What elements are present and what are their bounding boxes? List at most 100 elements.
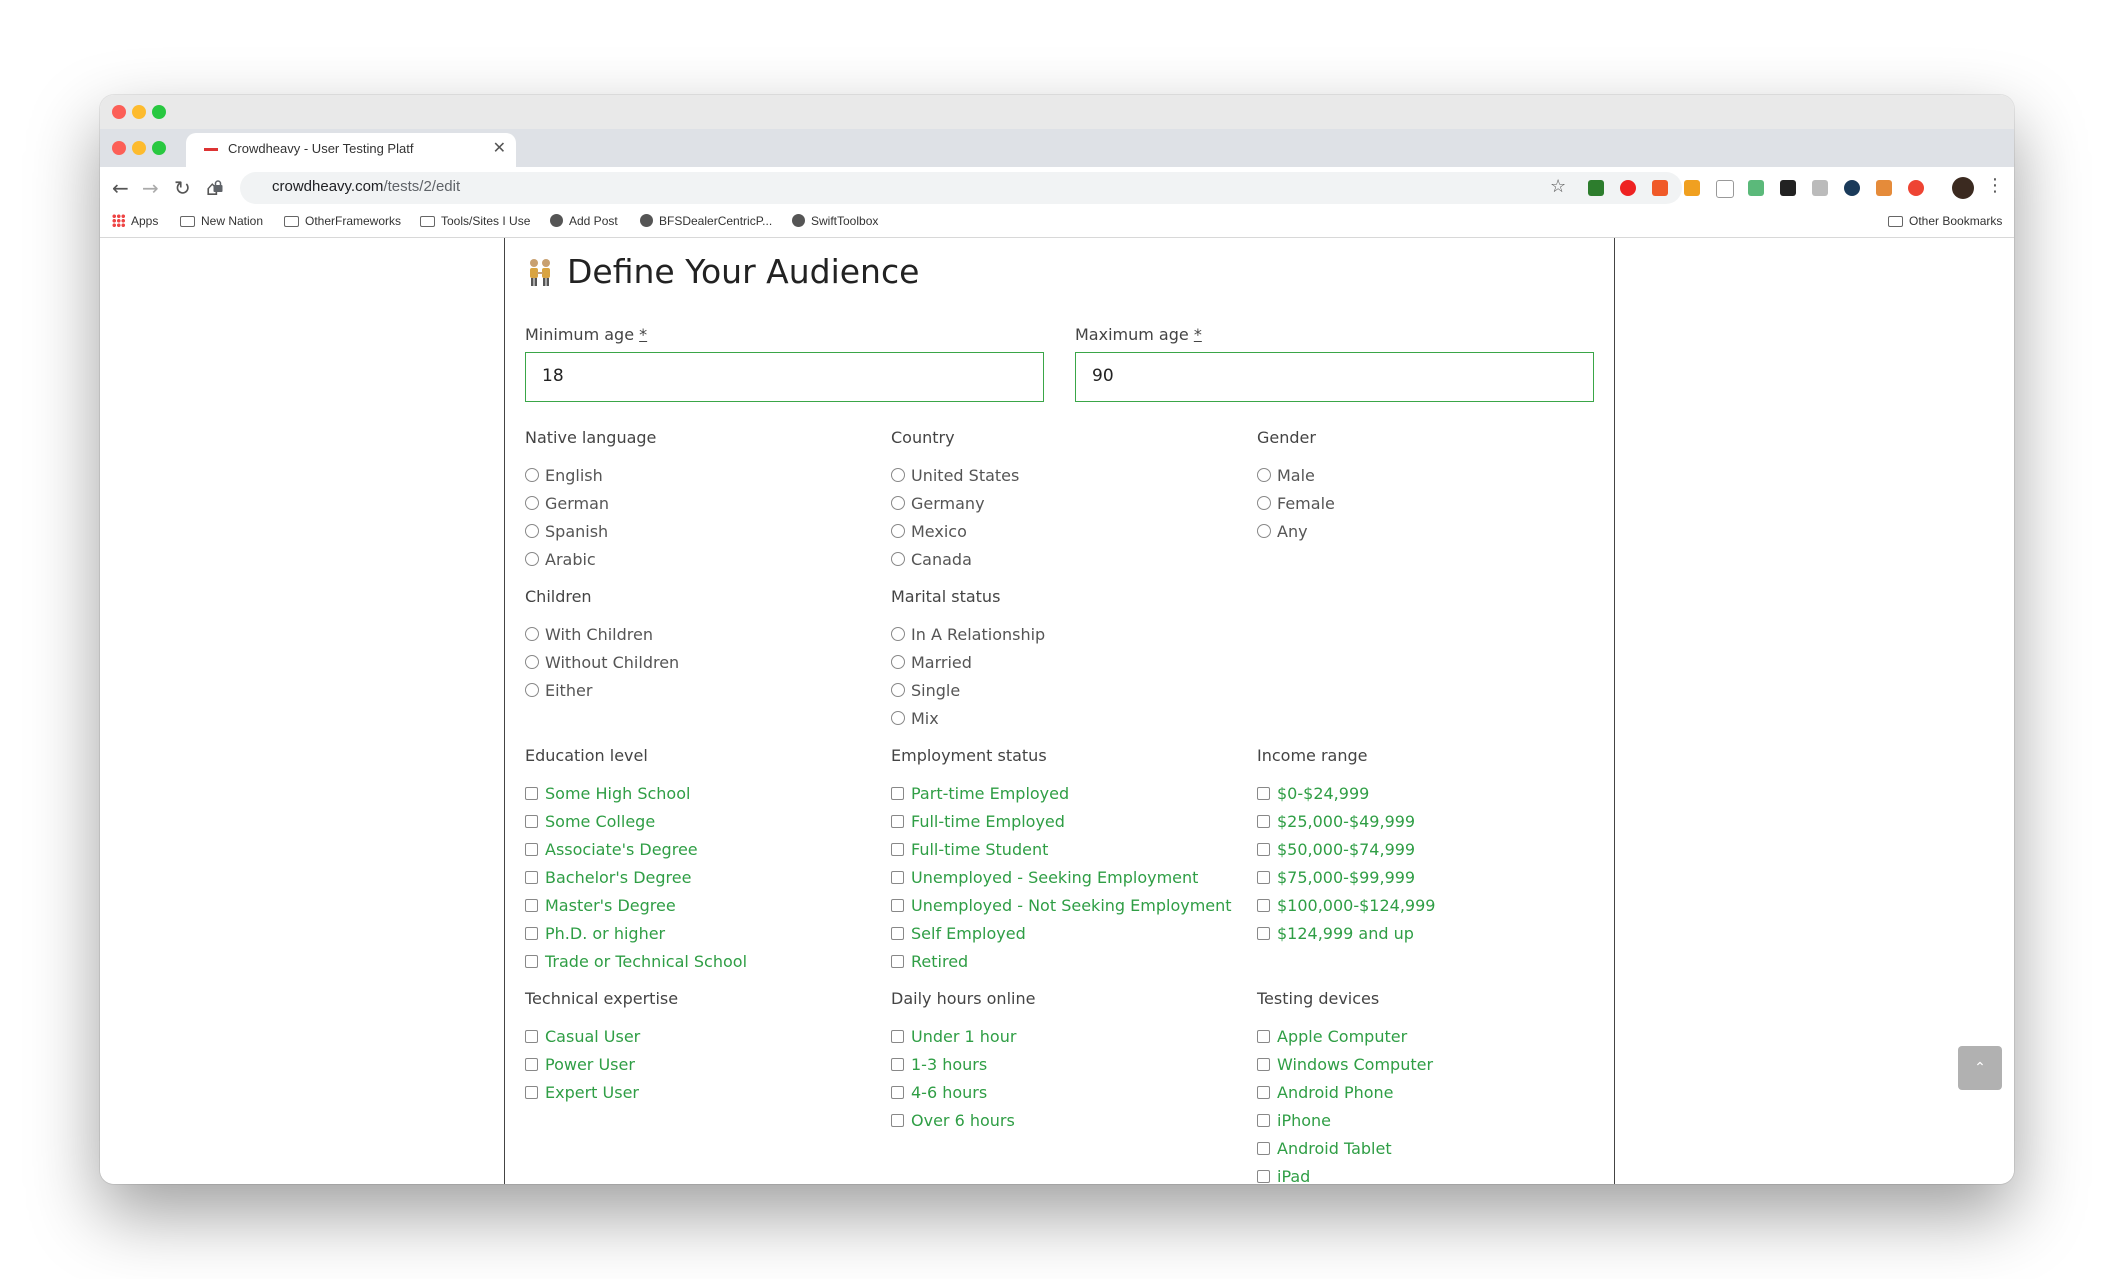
tab-minimize-light[interactable]	[132, 141, 146, 155]
min-age-input[interactable]: 18	[525, 352, 1044, 402]
checkbox-option[interactable]: Self Employed	[891, 919, 1232, 947]
extension-inbox-icon[interactable]	[1748, 180, 1764, 196]
checkbox-option[interactable]: iPhone	[1257, 1106, 1433, 1134]
extension-hacker-news-icon[interactable]	[1684, 180, 1700, 196]
back-arrow-icon[interactable]: ←	[112, 174, 129, 202]
checkbox-option[interactable]: Some College	[525, 807, 747, 835]
radio-button[interactable]	[891, 468, 905, 482]
checkbox-option[interactable]: Retired	[891, 947, 1232, 975]
checkbox-option[interactable]: $0-$24,999	[1257, 779, 1435, 807]
radio-button[interactable]	[525, 496, 539, 510]
radio-option[interactable]: German	[525, 489, 656, 517]
extension-notion-icon[interactable]	[1780, 180, 1796, 196]
checkbox[interactable]	[891, 1029, 904, 1043]
radio-option[interactable]: Germany	[891, 489, 1019, 517]
checkbox[interactable]	[525, 786, 538, 800]
checkbox[interactable]	[1257, 1169, 1270, 1183]
checkbox[interactable]	[1257, 1141, 1270, 1155]
extension-c-icon[interactable]	[1716, 180, 1734, 198]
close-window-button[interactable]	[112, 105, 126, 119]
radio-button[interactable]	[891, 524, 905, 538]
radio-option[interactable]: Canada	[891, 545, 1019, 573]
radio-button[interactable]	[525, 552, 539, 566]
checkbox[interactable]	[1257, 1029, 1270, 1043]
checkbox[interactable]	[525, 926, 538, 940]
checkbox[interactable]	[1257, 870, 1270, 884]
extension-blue-icon[interactable]	[1844, 180, 1860, 196]
bookmark-bfs-dealer[interactable]: BFSDealerCentricP...	[640, 214, 772, 228]
checkbox-option[interactable]: $75,000-$99,999	[1257, 863, 1435, 891]
checkbox[interactable]	[891, 1057, 904, 1071]
checkbox-option[interactable]: Trade or Technical School	[525, 947, 747, 975]
radio-button[interactable]	[891, 496, 905, 510]
max-age-input[interactable]: 90	[1075, 352, 1594, 402]
radio-option[interactable]: Without Children	[525, 648, 679, 676]
checkbox[interactable]	[525, 1057, 538, 1071]
reload-icon[interactable]: ↻	[174, 174, 191, 202]
checkbox-option[interactable]: Ph.D. or higher	[525, 919, 747, 947]
checkbox[interactable]	[1257, 926, 1270, 940]
bookmark-swift-toolbox[interactable]: SwiftToolbox	[792, 214, 878, 228]
zoom-window-button[interactable]	[152, 105, 166, 119]
checkbox-option[interactable]: Unemployed - Seeking Employment	[891, 863, 1232, 891]
checkbox-option[interactable]: $100,000-$124,999	[1257, 891, 1435, 919]
radio-button[interactable]	[525, 524, 539, 538]
bookmark-add-post[interactable]: Add Post	[550, 214, 618, 228]
browser-menu-icon[interactable]: ⋮	[1986, 175, 2004, 196]
close-tab-icon[interactable]: ✕	[493, 138, 506, 157]
extension-notification-icon[interactable]	[1908, 180, 1924, 196]
checkbox-option[interactable]: Expert User	[525, 1078, 678, 1106]
checkbox-option[interactable]: $124,999 and up	[1257, 919, 1435, 947]
radio-option[interactable]: Mexico	[891, 517, 1019, 545]
bookmark-tools-sites[interactable]: Tools/Sites I Use	[420, 214, 530, 228]
checkbox[interactable]	[891, 814, 904, 828]
checkbox-option[interactable]: Full-time Student	[891, 835, 1232, 863]
radio-button[interactable]	[891, 655, 905, 669]
radio-option[interactable]: With Children	[525, 620, 679, 648]
bookmark-star-icon[interactable]: ☆	[1550, 176, 1566, 197]
bookmark-other-bookmarks[interactable]: Other Bookmarks	[1888, 214, 2002, 228]
checkbox-option[interactable]: 1-3 hours	[891, 1050, 1035, 1078]
checkbox-option[interactable]: $25,000-$49,999	[1257, 807, 1435, 835]
bookmark-other-frameworks[interactable]: OtherFrameworks	[284, 214, 401, 228]
radio-button[interactable]	[891, 552, 905, 566]
radio-option[interactable]: Single	[891, 676, 1045, 704]
tab-close-light[interactable]	[112, 141, 126, 155]
checkbox[interactable]	[891, 954, 904, 968]
checkbox[interactable]	[1257, 814, 1270, 828]
extension-orange-icon[interactable]	[1652, 180, 1668, 196]
radio-button[interactable]	[891, 627, 905, 641]
radio-button[interactable]	[1257, 496, 1271, 510]
checkbox[interactable]	[1257, 786, 1270, 800]
checkbox-option[interactable]: Windows Computer	[1257, 1050, 1433, 1078]
radio-option[interactable]: Arabic	[525, 545, 656, 573]
radio-button[interactable]	[525, 683, 539, 697]
radio-button[interactable]	[1257, 524, 1271, 538]
checkbox[interactable]	[525, 870, 538, 884]
checkbox-option[interactable]: Casual User	[525, 1022, 678, 1050]
radio-button[interactable]	[525, 627, 539, 641]
radio-option[interactable]: In A Relationship	[891, 620, 1045, 648]
checkbox[interactable]	[525, 1029, 538, 1043]
radio-option[interactable]: Mix	[891, 704, 1045, 732]
checkbox-option[interactable]: Under 1 hour	[891, 1022, 1035, 1050]
minimize-window-button[interactable]	[132, 105, 146, 119]
checkbox-option[interactable]: Android Phone	[1257, 1078, 1433, 1106]
checkbox[interactable]	[891, 842, 904, 856]
checkbox-option[interactable]: Part-time Employed	[891, 779, 1232, 807]
radio-button[interactable]	[1257, 468, 1271, 482]
radio-button[interactable]	[891, 683, 905, 697]
checkbox-option[interactable]: Power User	[525, 1050, 678, 1078]
checkbox[interactable]	[1257, 842, 1270, 856]
bookmark-apps[interactable]: Apps	[112, 214, 158, 228]
radio-button[interactable]	[525, 655, 539, 669]
checkbox-option[interactable]: Unemployed - Not Seeking Employment	[891, 891, 1232, 919]
checkbox[interactable]	[891, 786, 904, 800]
url-text[interactable]: crowdheavy.com/tests/2/edit	[272, 178, 460, 195]
checkbox[interactable]	[891, 870, 904, 884]
tab-zoom-light[interactable]	[152, 141, 166, 155]
checkbox-option[interactable]: iPad	[1257, 1162, 1433, 1184]
checkbox-option[interactable]: Master's Degree	[525, 891, 747, 919]
checkbox[interactable]	[525, 898, 538, 912]
checkbox-option[interactable]: Over 6 hours	[891, 1106, 1035, 1134]
